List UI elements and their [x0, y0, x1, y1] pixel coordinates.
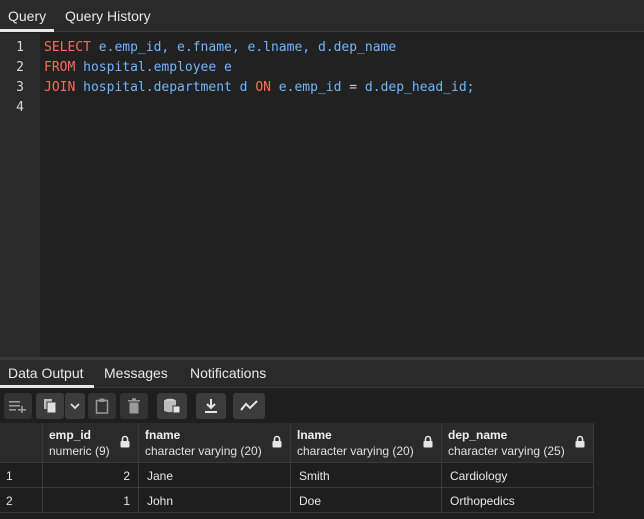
tab-messages[interactable]: Messages: [104, 360, 168, 388]
table-cell[interactable]: John: [139, 488, 291, 513]
keyword-join: JOIN: [44, 80, 76, 95]
cell-value: Jane: [147, 469, 174, 483]
join-right: d.dep_head_id;: [357, 80, 475, 95]
cell-value: 2: [123, 469, 130, 483]
column-header-dep-name[interactable]: dep_name character varying (25): [442, 423, 594, 463]
graph-visualiser-button[interactable]: [233, 393, 265, 419]
tab-notifications[interactable]: Notifications: [190, 360, 266, 388]
tab-query[interactable]: Query: [0, 0, 54, 32]
row-number[interactable]: 2: [0, 488, 43, 513]
table-cell[interactable]: Smith: [291, 463, 442, 488]
column-type: character varying (20): [145, 444, 262, 458]
join-table: hospital.department d: [75, 80, 256, 95]
column-name: fname: [145, 428, 181, 442]
column-header-emp-id[interactable]: emp_id numeric (9): [43, 423, 139, 463]
sql-editor[interactable]: 1 2 3 4 SELECT e.emp_id, e.fname, e.lnam…: [0, 33, 644, 357]
join-left: e.emp_id: [270, 80, 350, 95]
trash-icon: [128, 398, 140, 414]
download-icon: [205, 399, 217, 413]
download-button[interactable]: [196, 393, 226, 419]
table-cell[interactable]: Jane: [139, 463, 291, 488]
lock-icon: [120, 435, 130, 448]
tab-data-output[interactable]: Data Output: [0, 360, 94, 388]
line-number: 1: [16, 40, 24, 55]
line-number: 4: [16, 100, 24, 115]
delete-button[interactable]: [120, 393, 148, 419]
cell-value: John: [147, 494, 174, 508]
code-line-2[interactable]: FROM hospital.employee e: [44, 60, 232, 75]
column-name: dep_name: [448, 428, 508, 442]
query-tab-bar: Query Query History: [0, 0, 644, 32]
cell-value: Cardiology: [450, 469, 508, 483]
lock-icon: [272, 435, 282, 448]
column-name: emp_id: [49, 428, 92, 442]
code-line-1[interactable]: SELECT e.emp_id, e.fname, e.lname, d.dep…: [44, 40, 396, 55]
save-data-icon: [164, 398, 181, 414]
line-number: 3: [16, 80, 24, 95]
add-row-icon: [9, 401, 26, 413]
column-type: character varying (20): [297, 444, 414, 458]
from-table: hospital.employee e: [75, 60, 232, 75]
chevron-down-icon: [70, 403, 80, 410]
column-header-fname[interactable]: fname character varying (20): [139, 423, 291, 463]
column-type: numeric (9): [49, 444, 110, 458]
row-number[interactable]: 1: [0, 463, 43, 488]
table-cell[interactable]: Orthopedics: [442, 488, 594, 513]
copy-button[interactable]: [36, 393, 64, 419]
lock-icon: [575, 435, 585, 448]
table-cell[interactable]: Doe: [291, 488, 442, 513]
copy-options-button[interactable]: [65, 393, 85, 419]
column-name: lname: [297, 428, 332, 442]
cell-value: Smith: [299, 469, 330, 483]
line-graph-icon: [240, 400, 258, 411]
keyword-select: SELECT: [44, 40, 91, 55]
cell-value: Orthopedics: [450, 494, 515, 508]
row-number-label: 2: [6, 494, 13, 508]
copy-icon: [44, 399, 57, 414]
select-list: e.emp_id, e.fname, e.lname, d.dep_name: [90, 40, 397, 55]
cell-value: Doe: [299, 494, 322, 508]
line-number: 2: [16, 60, 24, 75]
save-data-button[interactable]: [157, 393, 187, 419]
cell-value: 1: [123, 494, 130, 508]
add-row-button[interactable]: [4, 393, 32, 419]
table-cell[interactable]: 1: [43, 488, 139, 513]
paste-icon: [95, 398, 109, 414]
row-number-header: [0, 423, 43, 463]
result-tab-bar: Data Output Messages Notifications: [0, 360, 644, 388]
column-header-lname[interactable]: lname character varying (20): [291, 423, 442, 463]
result-toolbar: [0, 389, 644, 423]
paste-button[interactable]: [88, 393, 116, 419]
table-cell[interactable]: Cardiology: [442, 463, 594, 488]
row-number-label: 1: [6, 469, 13, 483]
equals-operator: =: [349, 80, 358, 95]
keyword-on: ON: [255, 80, 271, 95]
table-cell[interactable]: 2: [43, 463, 139, 488]
keyword-from: FROM: [44, 60, 76, 75]
column-type: character varying (25): [448, 444, 565, 458]
code-line-3[interactable]: JOIN hospital.department d ON e.emp_id =…: [44, 80, 475, 95]
line-number-gutter: 1 2 3 4: [0, 33, 40, 357]
tab-query-history[interactable]: Query History: [65, 0, 151, 32]
lock-icon: [423, 435, 433, 448]
